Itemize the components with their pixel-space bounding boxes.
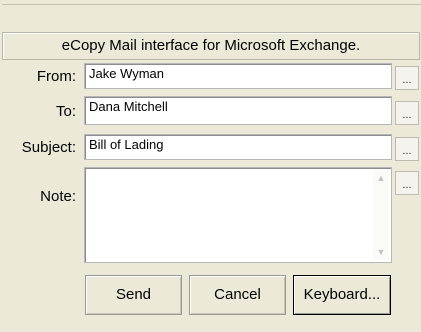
note-label: Note: — [40, 188, 76, 205]
from-label: From: — [36, 68, 76, 85]
subject-browse-button[interactable]: ... — [395, 137, 419, 161]
subject-label: Subject: — [21, 139, 76, 156]
header-panel: eCopy Mail interface for Microsoft Excha… — [2, 32, 420, 60]
note-browse-button[interactable]: ... — [395, 171, 419, 195]
to-label: To: — [55, 103, 76, 120]
from-browse-button[interactable]: ... — [395, 66, 419, 90]
keyboard-button[interactable]: Keyboard... — [293, 275, 391, 315]
scroll-down-arrow-icon[interactable]: ▼ — [373, 244, 389, 260]
ecopy-mail-window: eCopy Mail interface for Microsoft Excha… — [0, 0, 421, 332]
to-browse-button[interactable]: ... — [395, 101, 419, 125]
send-button[interactable]: Send — [85, 275, 182, 315]
scroll-up-arrow-icon[interactable]: ▲ — [373, 170, 389, 186]
to-field[interactable]: Dana Mitchell — [84, 96, 392, 125]
subject-field[interactable]: Bill of Lading — [84, 134, 392, 160]
note-scrollbar[interactable]: ▲ ▼ — [373, 170, 389, 260]
cancel-button[interactable]: Cancel — [189, 275, 286, 315]
note-textarea[interactable]: ▲ ▼ — [84, 167, 392, 263]
header-title: eCopy Mail interface for Microsoft Excha… — [61, 37, 361, 54]
from-field[interactable]: Jake Wyman — [84, 63, 392, 89]
top-band — [2, 4, 421, 33]
